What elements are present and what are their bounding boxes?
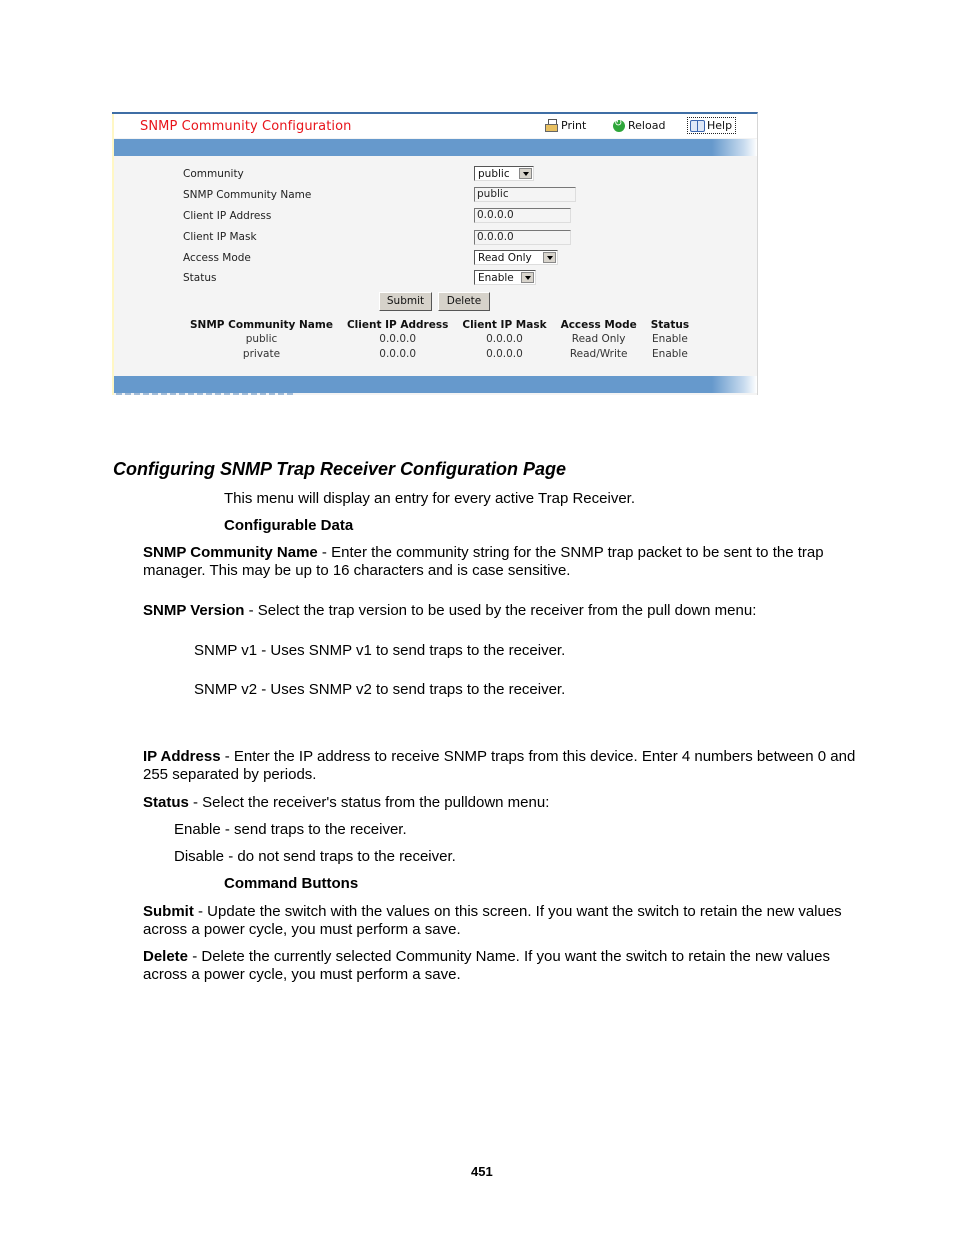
header-band <box>114 139 757 156</box>
disable-option: Disable - do not send traps to the recei… <box>174 848 456 865</box>
term: Status <box>143 794 189 811</box>
table-row: public 0.0.0.0 0.0.0.0 Read Only Enable <box>184 332 697 347</box>
term: Submit <box>143 903 194 920</box>
table-cell: Read Only <box>571 333 626 345</box>
community-name-input[interactable]: public <box>474 187 576 202</box>
client-ip-address-label: Client IP Address <box>183 210 272 222</box>
section-heading: Configuring SNMP Trap Receiver Configura… <box>113 459 567 479</box>
book-icon <box>690 120 705 132</box>
table-cell: private <box>242 348 281 360</box>
help-button[interactable]: Help <box>687 117 737 134</box>
status-description: Status - Select the receiver's status fr… <box>143 794 859 812</box>
reload-button[interactable]: Reload <box>613 118 666 132</box>
title-bar: SNMP Community Configuration Print Reloa… <box>114 114 757 138</box>
status-select-value: Enable <box>478 271 514 284</box>
snmp-v2-option: SNMP v2 - Uses SNMP v2 to send traps to … <box>194 681 566 698</box>
term: SNMP Community Name <box>143 544 318 561</box>
chevron-down-icon <box>543 252 556 263</box>
reload-icon <box>613 118 625 132</box>
table-cell: 0.0.0.0 <box>379 333 417 345</box>
table-cell: 0.0.0.0 <box>486 333 523 345</box>
reload-label: Reload <box>628 119 666 132</box>
column-header: SNMP Community Name <box>190 319 333 331</box>
ip-address-description: IP Address - Enter the IP address to rec… <box>143 748 859 784</box>
column-header: Access Mode <box>560 319 637 331</box>
definition: - Update the switch with the values on t… <box>143 903 842 938</box>
table-cell: 0.0.0.0 <box>379 348 417 360</box>
definition: - Select the receiver's status from the … <box>188 794 550 811</box>
client-ip-address-input[interactable]: 0.0.0.0 <box>474 208 571 223</box>
table-row: private 0.0.0.0 0.0.0.0 Read/Write Enabl… <box>184 347 697 362</box>
submit-button[interactable]: Submit <box>379 292 432 311</box>
community-label: Community <box>183 168 244 180</box>
definition: - Enter the IP address to receive SNMP t… <box>143 748 856 783</box>
snmp-community-config-screenshot: SNMP Community Configuration Print Reloa… <box>112 112 758 395</box>
community-select[interactable]: public <box>474 166 534 181</box>
chevron-down-icon <box>521 272 534 283</box>
column-header: Client IP Address <box>346 319 449 331</box>
delete-button[interactable]: Delete <box>438 292 490 311</box>
term: SNMP Version <box>143 602 245 619</box>
intro-text: This menu will display an entry for ever… <box>224 490 635 507</box>
access-mode-select-value: Read Only <box>478 251 532 264</box>
command-buttons-heading: Command Buttons <box>224 875 359 892</box>
snmp-v1-option: SNMP v1 - Uses SNMP v1 to send traps to … <box>194 642 566 659</box>
column-header: Status <box>650 319 690 331</box>
definition: - Delete the currently selected Communit… <box>143 948 830 983</box>
footer-cropped-text <box>116 393 296 395</box>
status-label: Status <box>183 272 217 284</box>
configurable-data-heading: Configurable Data <box>224 517 354 534</box>
submit-description: Submit - Update the switch with the valu… <box>143 903 859 939</box>
access-mode-label: Access Mode <box>183 252 251 264</box>
definition: - Select the trap version to be used by … <box>244 602 757 619</box>
panel-left-edge <box>112 114 114 395</box>
print-label: Print <box>561 119 587 132</box>
term: IP Address <box>143 748 221 765</box>
client-ip-mask-input[interactable]: 0.0.0.0 <box>474 230 571 245</box>
community-table: SNMP Community Name Client IP Address Cl… <box>184 319 697 362</box>
snmp-version-description: SNMP Version - Select the trap version t… <box>143 602 859 620</box>
help-label: Help <box>707 119 733 132</box>
delete-description: Delete - Delete the currently selected C… <box>143 948 859 984</box>
table-header-row: SNMP Community Name Client IP Address Cl… <box>184 319 697 332</box>
term: Delete <box>143 948 189 965</box>
footer-band <box>114 376 757 393</box>
page-number: 451 <box>471 1164 493 1179</box>
access-mode-select[interactable]: Read Only <box>474 250 558 265</box>
table-cell: 0.0.0.0 <box>486 348 523 360</box>
status-select[interactable]: Enable <box>474 270 536 285</box>
table-cell: public <box>245 333 278 345</box>
table-cell: Read/Write <box>569 348 628 360</box>
enable-option: Enable - send traps to the receiver. <box>174 821 407 838</box>
community-name-description: SNMP Community Name - Enter the communit… <box>143 544 859 580</box>
table-cell: Enable <box>652 348 688 360</box>
chevron-down-icon <box>519 168 532 179</box>
print-button[interactable]: Print <box>545 119 586 132</box>
table-cell: Enable <box>652 333 688 345</box>
community-select-value: public <box>478 167 510 180</box>
column-header: Client IP Mask <box>462 319 547 331</box>
page-title: SNMP Community Configuration <box>140 119 352 134</box>
community-name-label: SNMP Community Name <box>183 189 312 201</box>
client-ip-mask-label: Client IP Mask <box>183 231 257 243</box>
printer-icon <box>545 119 558 132</box>
